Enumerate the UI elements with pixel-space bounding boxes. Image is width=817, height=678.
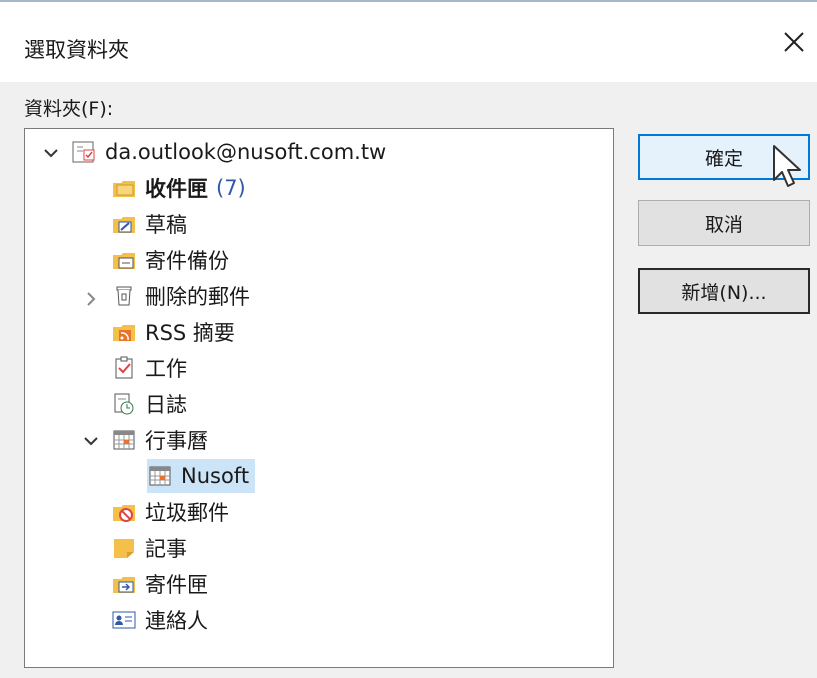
junk-folder-icon (111, 499, 137, 525)
outbox-folder-icon (111, 571, 137, 597)
tree-node-label: 垃圾郵件 (145, 501, 229, 525)
cancel-button[interactable]: 取消 (638, 200, 810, 246)
sent-items-folder-icon (111, 247, 137, 273)
notes-icon (111, 535, 137, 561)
close-button[interactable] (776, 26, 812, 62)
tree-node-label: 日誌 (145, 393, 187, 417)
expand-calendar-toggle[interactable] (81, 431, 101, 451)
tree-node-account[interactable]: da.outlook@nusoft.com.tw (71, 135, 386, 169)
tree-node-inbox[interactable]: 收件匣 (7) (111, 171, 246, 205)
deleted-items-icon (111, 283, 137, 309)
dialog-body: 資料夾(F): da.outlook@nusoft.com.tw 收件匣 (7) (0, 82, 817, 678)
tree-node-label: 收件匣 (145, 177, 208, 201)
calendar-icon (111, 427, 137, 453)
tree-node-deleted-items[interactable]: 刪除的郵件 (111, 279, 250, 313)
tree-node-label: 行事曆 (145, 429, 208, 453)
close-icon (783, 31, 805, 57)
tasks-icon (111, 355, 137, 381)
chevron-down-icon (44, 149, 58, 158)
folder-tree[interactable]: da.outlook@nusoft.com.tw 收件匣 (7) 草稿 寄件備份… (24, 128, 614, 668)
tree-node-label: RSS 摘要 (145, 321, 235, 345)
rss-folder-icon (111, 319, 137, 345)
tree-node-journal[interactable]: 日誌 (111, 387, 187, 421)
chevron-right-icon (87, 292, 96, 306)
tree-node-notes[interactable]: 記事 (111, 531, 187, 565)
journal-icon (111, 391, 137, 417)
tree-node-junk[interactable]: 垃圾郵件 (111, 495, 229, 529)
expand-deleted-toggle[interactable] (81, 289, 101, 309)
tree-node-label: Nusoft (181, 464, 250, 488)
new-folder-button[interactable]: 新增(N)... (638, 268, 810, 314)
tree-node-calendar[interactable]: 行事曆 (111, 423, 208, 457)
tree-node-nusoft[interactable]: Nusoft (147, 459, 256, 493)
tree-node-contacts[interactable]: 連絡人 (111, 603, 208, 637)
tree-node-label: 記事 (145, 537, 187, 561)
select-folder-dialog: 選取資料夾 資料夾(F): da.outlook@nusoft.com.tw 收… (0, 0, 817, 678)
tree-node-label: 寄件備份 (145, 249, 229, 273)
tree-node-label: 草稿 (145, 213, 187, 237)
tree-node-label: 工作 (145, 357, 187, 381)
contacts-icon (111, 607, 137, 633)
tree-node-tasks[interactable]: 工作 (111, 351, 187, 385)
mailbox-icon (71, 139, 97, 165)
dialog-title: 選取資料夾 (24, 38, 129, 62)
tree-node-outbox[interactable]: 寄件匣 (111, 567, 208, 601)
tree-node-rss[interactable]: RSS 摘要 (111, 315, 235, 349)
expand-account-toggle[interactable] (41, 143, 61, 163)
tree-node-sent-items[interactable]: 寄件備份 (111, 243, 229, 277)
tree-node-label: 刪除的郵件 (145, 285, 250, 309)
unread-count: (7) (216, 176, 246, 200)
tree-node-label: 寄件匣 (145, 573, 208, 597)
tree-node-label: da.outlook@nusoft.com.tw (105, 140, 387, 164)
ok-button[interactable]: 確定 (638, 134, 810, 180)
drafts-folder-icon (111, 211, 137, 237)
calendar-icon (147, 463, 173, 489)
inbox-folder-icon (111, 175, 137, 201)
tree-node-label: 連絡人 (145, 609, 208, 633)
tree-node-drafts[interactable]: 草稿 (111, 207, 187, 241)
folder-label: 資料夾(F): (24, 98, 114, 120)
chevron-down-icon (84, 437, 98, 446)
